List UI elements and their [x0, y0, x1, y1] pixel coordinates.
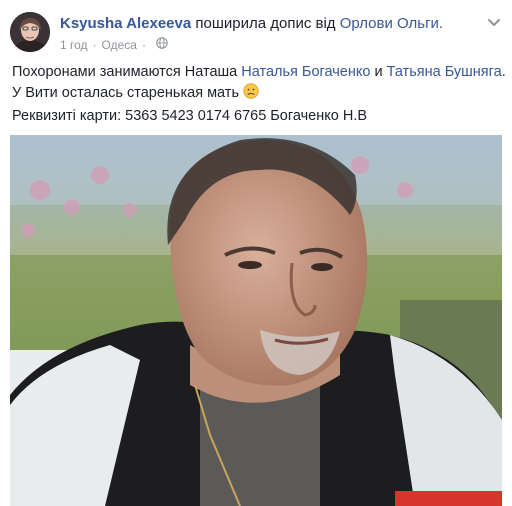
- tagged-person-link[interactable]: Наталья Богаченко: [241, 64, 370, 80]
- line1-prefix: Похоронами занимаются Наташа: [12, 64, 242, 80]
- post-text-line-1: Похоронами занимаются Наташа Наталья Бог…: [12, 62, 506, 83]
- post-text-line-3: Реквизиті карти: 5363 5423 0174 6765 Бог…: [12, 108, 367, 124]
- tagged-person-link[interactable]: Татьяна Бушняга: [387, 64, 502, 80]
- post-meta: 1 год · Одеса ·: [60, 37, 168, 53]
- post-text: Похоронами занимаются Наташа Наталья Бог…: [12, 62, 506, 127]
- post-time[interactable]: 1 год: [60, 37, 88, 53]
- line1-and: и: [370, 64, 387, 80]
- meta-separator: ·: [141, 38, 146, 52]
- post-header-line: Ksyusha Alexeeva поширила допис від Орло…: [60, 14, 443, 34]
- avatar[interactable]: [10, 12, 50, 52]
- line2-text: У Вити осталась старенькая мать: [12, 85, 239, 101]
- post-location[interactable]: Одеса: [102, 37, 137, 53]
- globe-icon[interactable]: [156, 37, 168, 53]
- post-photo[interactable]: [10, 135, 502, 506]
- meta-separator: ·: [92, 38, 97, 52]
- post-header: Ksyusha Alexeeva поширила допис від Орло…: [0, 0, 512, 60]
- sad-face-emoji-icon: [243, 83, 259, 106]
- author-name[interactable]: Ksyusha Alexeeva: [60, 15, 191, 32]
- post-text-line-2: У Вити осталась старенькая мать: [12, 83, 502, 106]
- facebook-post: Ksyusha Alexeeva поширила допис від Орло…: [0, 0, 512, 506]
- shared-from-link[interactable]: Орлови Ольги.: [340, 15, 443, 32]
- shared-text: поширила допис від: [195, 15, 336, 32]
- line1-suffix: .: [501, 64, 506, 80]
- chevron-down-icon[interactable]: [486, 14, 502, 30]
